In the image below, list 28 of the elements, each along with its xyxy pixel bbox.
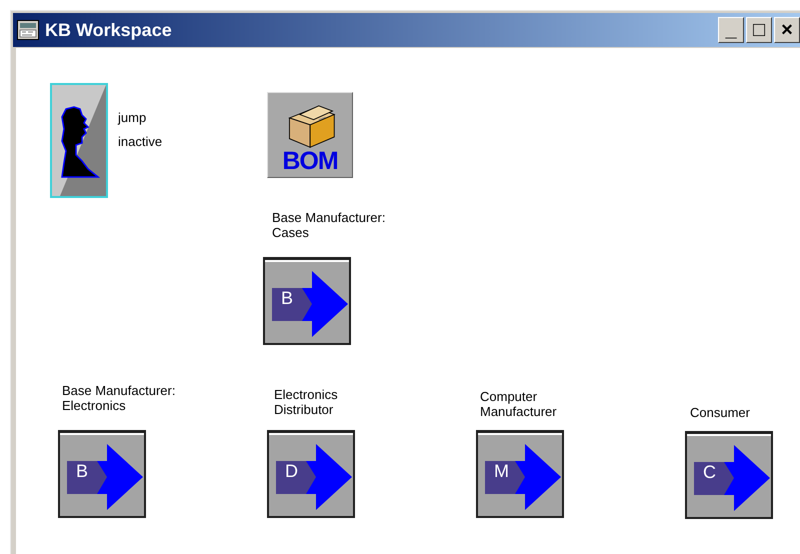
bom-button[interactable]: BOM — [267, 92, 353, 178]
agent-label: Electronics — [62, 398, 127, 413]
agent-label: Base Manufacturer: — [272, 210, 386, 225]
window-title: KB Workspace — [45, 20, 172, 40]
agent-label: Manufacturer — [480, 404, 557, 419]
arrow-icon — [272, 271, 348, 337]
maximize-button[interactable]: □ — [746, 17, 772, 43]
agent-button[interactable]: M — [476, 430, 564, 518]
arrow-icon — [276, 444, 352, 510]
close-button[interactable]: × — [774, 17, 800, 43]
agent-label: Consumer — [690, 405, 750, 420]
minimize-button[interactable]: _ — [718, 17, 744, 43]
arrow-icon — [485, 444, 561, 510]
agent-button[interactable]: C — [685, 431, 773, 519]
person-silhouette-icon[interactable] — [50, 83, 108, 198]
arrow-icon — [67, 444, 143, 510]
agent-label: Distributor — [274, 402, 334, 417]
agent-button[interactable]: B — [263, 257, 351, 345]
agent-label: Base Manufacturer: — [62, 383, 176, 398]
window-icon — [17, 20, 39, 40]
status-label: jump — [118, 110, 146, 125]
agent-label: Electronics — [274, 387, 338, 402]
agent-label: Computer — [480, 389, 538, 404]
agent-button[interactable]: D — [267, 430, 355, 518]
status-label: inactive — [118, 134, 162, 149]
arrow-icon — [694, 445, 770, 511]
agent-button[interactable]: B — [58, 430, 146, 518]
agent-label: Cases — [272, 225, 310, 240]
